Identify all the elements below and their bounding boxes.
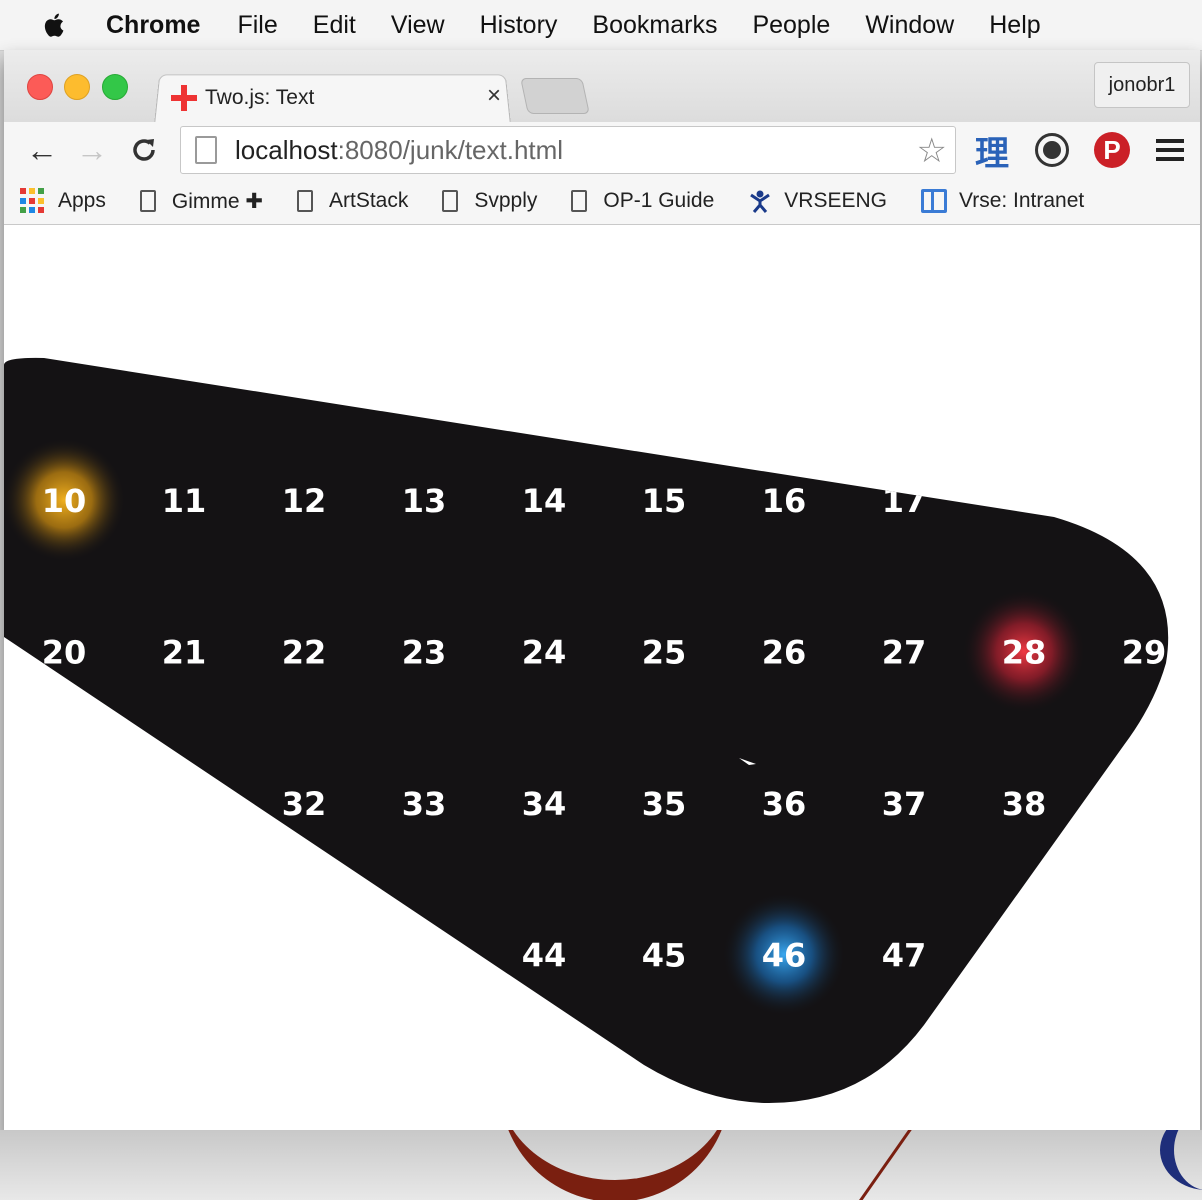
number-label-36: 36	[762, 785, 807, 823]
bookmark-artstack[interactable]: ArtStack	[296, 189, 408, 213]
number-label-38: 38	[1002, 785, 1047, 823]
bookmark-op1-guide[interactable]: OP-1 Guide	[571, 189, 714, 213]
number-label-10: 10	[42, 482, 87, 520]
number-label-11: 11	[162, 482, 207, 520]
forward-button[interactable]: →	[70, 128, 114, 172]
record-extension-icon[interactable]	[1032, 130, 1072, 170]
number-label-13: 13	[402, 482, 447, 520]
new-tab-button[interactable]	[520, 78, 590, 114]
tab-title: Two.js: Text	[205, 86, 315, 109]
intranet-icon	[920, 189, 947, 213]
bookmark-svpply[interactable]: Svpply	[442, 189, 537, 213]
number-label-14: 14	[522, 482, 567, 520]
bookmark-vrse-intranet[interactable]: Vrse: Intranet	[920, 189, 1084, 213]
menu-view[interactable]: View	[391, 11, 445, 40]
number-label-44: 44	[522, 937, 567, 975]
desktop-background	[0, 1130, 1202, 1200]
number-label-21: 21	[162, 634, 207, 672]
number-label-29: 29	[1122, 634, 1167, 672]
number-label-37: 37	[882, 785, 927, 823]
bookmark-vrseeng[interactable]: VRSEENG	[748, 189, 887, 213]
number-label-27: 27	[882, 634, 927, 672]
document-icon	[296, 190, 313, 212]
number-label-28: 28	[1002, 634, 1047, 672]
page-icon	[195, 136, 217, 164]
number-label-26: 26	[762, 634, 807, 672]
star-icon[interactable]: ☆	[917, 131, 947, 171]
menu-history[interactable]: History	[480, 11, 558, 40]
menu-edit[interactable]: Edit	[313, 11, 356, 40]
address-bar[interactable]: localhost:8080/junk/text.html ☆	[180, 126, 956, 174]
bookmarks-bar: Apps Gimme ✚ ArtStack Svpply OP-1 Guide …	[4, 178, 1200, 225]
menu-icon[interactable]	[1150, 130, 1190, 170]
apps-grid-icon	[20, 188, 46, 214]
number-label-24: 24	[522, 634, 567, 672]
pinterest-icon[interactable]: P	[1092, 130, 1132, 170]
browser-window: Two.js: Text × jonobr1 ← → localhost:808…	[4, 50, 1200, 1136]
kanji-extension-icon[interactable]: 理	[972, 130, 1012, 173]
number-label-33: 33	[402, 785, 447, 823]
number-label-20: 20	[42, 634, 87, 672]
menu-window[interactable]: Window	[865, 11, 954, 40]
bookmark-apps[interactable]: Apps	[20, 188, 106, 214]
number-label-17: 17	[882, 482, 927, 520]
number-label-15: 15	[642, 482, 687, 520]
minimize-window-button[interactable]	[64, 74, 90, 100]
document-icon	[442, 190, 459, 212]
vrse-figure-icon	[750, 190, 771, 213]
zoom-window-button[interactable]	[102, 74, 128, 100]
number-label-32: 32	[282, 785, 327, 823]
number-label-46: 46	[762, 937, 807, 975]
plus-icon	[169, 83, 199, 113]
document-icon	[571, 190, 588, 212]
mac-menubar: Chrome File Edit View History Bookmarks …	[0, 0, 1202, 51]
document-icon	[139, 190, 156, 212]
reload-icon	[133, 139, 155, 161]
menu-help[interactable]: Help	[989, 11, 1040, 40]
bookmark-gimme[interactable]: Gimme ✚	[139, 189, 263, 214]
number-label-23: 23	[402, 634, 447, 672]
browser-toolbar: ← → localhost:8080/junk/text.html ☆ 理 P	[4, 122, 1200, 178]
menu-file[interactable]: File	[237, 11, 277, 40]
menu-chrome[interactable]: Chrome	[106, 11, 200, 40]
back-button[interactable]: ←	[20, 128, 64, 172]
number-label-45: 45	[642, 937, 687, 975]
number-label-47: 47	[882, 937, 927, 975]
number-label-25: 25	[642, 634, 687, 672]
apple-icon[interactable]	[40, 10, 70, 40]
menu-bookmarks[interactable]: Bookmarks	[592, 11, 717, 40]
tab-content: Two.js: Text	[169, 78, 509, 118]
close-icon[interactable]: ×	[482, 82, 506, 110]
number-label-12: 12	[282, 482, 327, 520]
page-canvas[interactable]: 10 11 12 13 14 15 16 17 20 21 22 23 24 25 26 27 28 29 32 33…	[4, 225, 1200, 1136]
number-label-22: 22	[282, 634, 327, 672]
close-window-button[interactable]	[27, 74, 53, 100]
twojs-drawing: 10 11 12 13 14 15 16 17 20 21 22 23 24 25 26 27 28 29 32 33…	[4, 357, 1169, 1104]
dark-rounded-shape	[4, 357, 1169, 1104]
profile-button[interactable]: jonobr1	[1094, 62, 1190, 108]
number-label-35: 35	[642, 785, 687, 823]
menu-people[interactable]: People	[752, 11, 830, 40]
tab-strip: Two.js: Text × jonobr1	[4, 50, 1200, 125]
reload-button[interactable]	[122, 128, 166, 172]
number-label-16: 16	[762, 482, 807, 520]
number-label-34: 34	[522, 785, 567, 823]
url-text[interactable]: localhost:8080/junk/text.html	[235, 135, 563, 166]
